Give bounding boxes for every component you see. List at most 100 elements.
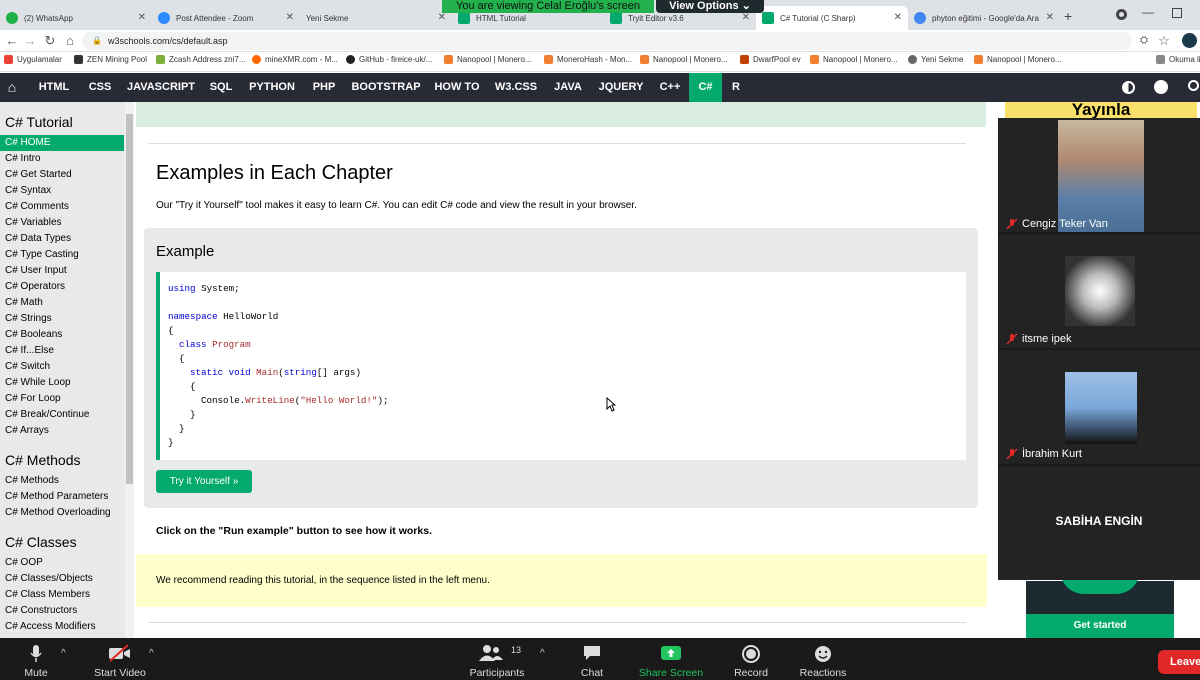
minimize-icon[interactable]: — bbox=[1142, 5, 1154, 19]
participant-tile[interactable]: İbrahim Kurt bbox=[998, 350, 1200, 464]
tab-csharp[interactable]: C# Tutorial (C Sharp) ✕ bbox=[756, 6, 908, 30]
sidebar-item[interactable]: C# Classes/Objects bbox=[0, 571, 124, 587]
bookmark-apps[interactable]: Uygulamalar bbox=[4, 55, 62, 64]
sidebar-item[interactable]: C# Syntax bbox=[0, 183, 124, 199]
nav-sql[interactable]: SQL bbox=[202, 73, 240, 102]
chevron-up-icon[interactable]: ^ bbox=[149, 648, 154, 659]
avatar[interactable] bbox=[1182, 33, 1197, 48]
close-icon[interactable]: ✕ bbox=[286, 12, 294, 23]
nav-java[interactable]: JAVA bbox=[546, 73, 590, 102]
nav-css[interactable]: CSS bbox=[80, 73, 120, 102]
sidebar-item[interactable]: C# Type Casting bbox=[0, 247, 124, 263]
close-icon[interactable]: ✕ bbox=[138, 12, 146, 23]
nav-jquery[interactable]: JQUERY bbox=[592, 73, 650, 102]
nav-howto[interactable]: HOW TO bbox=[428, 73, 486, 102]
sidebar-item[interactable]: C# If...Else bbox=[0, 343, 124, 359]
bookmark[interactable]: Nanopool | Monero... bbox=[810, 55, 898, 64]
sidebar-item[interactable]: C# For Loop bbox=[0, 391, 124, 407]
nav-r[interactable]: R bbox=[724, 73, 748, 102]
bookmark[interactable]: DwarfPool ev bbox=[740, 55, 801, 64]
close-icon[interactable]: ✕ bbox=[742, 12, 750, 23]
close-icon[interactable]: ✕ bbox=[1046, 12, 1054, 23]
sidebar-item[interactable]: C# Comments bbox=[0, 199, 124, 215]
nav-html[interactable]: HTML bbox=[30, 73, 78, 102]
bookmark[interactable]: MoneroHash - Mon... bbox=[544, 55, 632, 64]
bookmark[interactable]: ZEN Mining Pool bbox=[74, 55, 147, 64]
home-icon[interactable]: ⌂ bbox=[0, 73, 24, 102]
tab-whatsapp[interactable]: (2) WhatsApp ✕ bbox=[0, 6, 152, 30]
sidebar-item[interactable]: C# Data Types bbox=[0, 231, 124, 247]
sidebar-item[interactable]: C# Constructors bbox=[0, 603, 124, 619]
sidebar-item[interactable]: C# Get Started bbox=[0, 167, 124, 183]
bookmark[interactable]: Yeni Sekme bbox=[908, 55, 963, 64]
sidebar-item[interactable]: C# OOP bbox=[0, 555, 124, 571]
sidebar-item[interactable]: C# Variables bbox=[0, 215, 124, 231]
home-icon[interactable]: ⌂ bbox=[62, 33, 78, 49]
participants-button[interactable]: 13 Participants bbox=[466, 638, 528, 680]
sidebar-item[interactable]: C# While Loop bbox=[0, 375, 124, 391]
nav-cpp[interactable]: C++ bbox=[652, 73, 688, 102]
leave-button[interactable]: Leave bbox=[1158, 650, 1200, 674]
sidebar-item[interactable]: C# Booleans bbox=[0, 327, 124, 343]
nav-python[interactable]: PYTHON bbox=[242, 73, 302, 102]
sidebar-item[interactable]: C# Class Members bbox=[0, 587, 124, 603]
get-started-button[interactable]: Get started bbox=[1026, 614, 1174, 638]
nav-csharp[interactable]: C# bbox=[689, 73, 722, 102]
sidebar-item[interactable]: C# Operators bbox=[0, 279, 124, 295]
tab-google[interactable]: phyton eğitimi - Google'da Ara ✕ bbox=[908, 6, 1060, 30]
maximize-icon[interactable] bbox=[1172, 8, 1182, 18]
translate-icon[interactable]: ⛭ bbox=[1136, 33, 1152, 49]
bookmark[interactable]: mineXMR.com - M... bbox=[252, 55, 338, 64]
url-input[interactable]: 🔒 w3schools.com/cs/default.asp bbox=[82, 32, 1132, 50]
sidebar-item[interactable]: C# Access Modifiers bbox=[0, 619, 124, 635]
globe-icon[interactable] bbox=[1154, 80, 1168, 94]
chat-button[interactable]: Chat bbox=[572, 638, 612, 680]
bookmark[interactable]: Zcash Address zni7... bbox=[156, 55, 245, 64]
sidebar-item[interactable]: C# Strings bbox=[0, 311, 124, 327]
bookmark[interactable]: GitHub - fireice-uk/... bbox=[346, 55, 432, 64]
new-tab-icon[interactable]: + bbox=[1064, 8, 1072, 24]
forward-icon[interactable]: → bbox=[22, 33, 38, 49]
sidebar-item[interactable]: C# Switch bbox=[0, 359, 124, 375]
chevron-up-icon[interactable]: ^ bbox=[540, 648, 545, 659]
bookmark[interactable]: Nanopool | Monero... bbox=[974, 55, 1062, 64]
close-icon[interactable]: ✕ bbox=[894, 12, 902, 23]
nav-php[interactable]: PHP bbox=[304, 73, 344, 102]
theme-icon[interactable] bbox=[1122, 81, 1135, 94]
view-options-button[interactable]: View Options ⌄ bbox=[656, 0, 764, 13]
reading-list[interactable]: Okuma li bbox=[1156, 55, 1200, 64]
bookmark[interactable]: Nanopool | Monero... bbox=[444, 55, 532, 64]
share-screen-button[interactable]: Share Screen bbox=[636, 638, 706, 680]
record-button[interactable]: Record bbox=[730, 638, 772, 680]
bookmark[interactable]: Nanopool | Monero... bbox=[640, 55, 728, 64]
tab-zoom[interactable]: Post Attendee - Zoom ✕ bbox=[152, 6, 300, 30]
mute-button[interactable]: Mute bbox=[16, 638, 56, 680]
start-video-button[interactable]: Start Video bbox=[90, 638, 150, 680]
sidebar-item[interactable]: C# Method Overloading bbox=[0, 505, 124, 521]
nav-w3css[interactable]: W3.CSS bbox=[488, 73, 544, 102]
nav-bootstrap[interactable]: BOOTSTRAP bbox=[346, 73, 426, 102]
participant-tile[interactable]: itsme ipek bbox=[998, 234, 1200, 348]
try-it-yourself-button[interactable]: Try it Yourself » bbox=[156, 470, 252, 493]
star-icon[interactable]: ☆ bbox=[1156, 33, 1172, 49]
sidebar-item[interactable]: C# HOME bbox=[0, 135, 124, 151]
sidebar-item[interactable]: C# Intro bbox=[0, 151, 124, 167]
reload-icon[interactable]: ↻ bbox=[42, 33, 58, 49]
sidebar-item[interactable]: C# Method Parameters bbox=[0, 489, 124, 505]
sidebar-item[interactable]: C# Break/Continue bbox=[0, 407, 124, 423]
tab-new[interactable]: Yeni Sekme ✕ bbox=[300, 6, 452, 30]
sidebar-item[interactable]: C# Math bbox=[0, 295, 124, 311]
sidebar-item[interactable]: C# Arrays bbox=[0, 423, 124, 439]
reactions-button[interactable]: Reactions bbox=[796, 638, 850, 680]
participant-tile[interactable]: Cengiz Teker Van bbox=[998, 118, 1200, 232]
search-icon[interactable] bbox=[1188, 80, 1199, 91]
record-icon[interactable] bbox=[1116, 9, 1127, 20]
sidebar-scroll-thumb[interactable] bbox=[126, 114, 133, 484]
sidebar-item[interactable]: C# Methods bbox=[0, 473, 124, 489]
sidebar-item[interactable]: C# User Input bbox=[0, 263, 124, 279]
back-icon[interactable]: ← bbox=[4, 33, 20, 49]
close-icon[interactable]: ✕ bbox=[438, 12, 446, 23]
chevron-up-icon[interactable]: ^ bbox=[61, 648, 66, 659]
ad-banner[interactable]: Yayınla bbox=[1005, 102, 1197, 118]
nav-javascript[interactable]: JAVASCRIPT bbox=[122, 73, 200, 102]
